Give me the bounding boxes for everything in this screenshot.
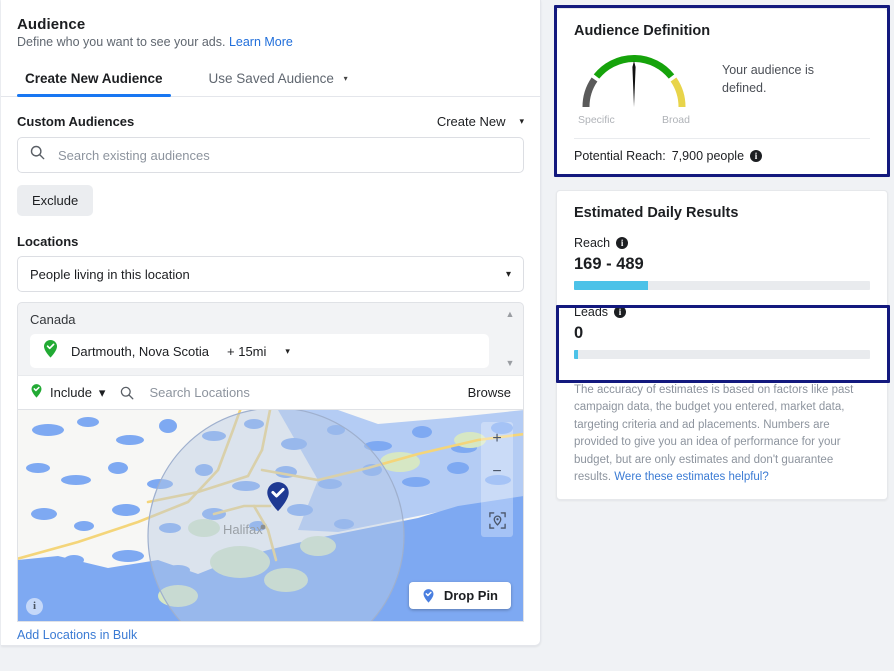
metric-leads-value: 0 xyxy=(574,324,584,342)
location-chip[interactable]: Dartmouth, Nova Scotia + 15mi ▾ xyxy=(30,334,489,368)
learn-more-link[interactable]: Learn More xyxy=(229,35,293,49)
custom-audiences-section: Custom Audiences Create New ▾ Exclude Lo… xyxy=(1,114,540,292)
page-title: Audience xyxy=(17,16,86,33)
include-pin-icon xyxy=(30,383,43,402)
zoom-in-button[interactable]: + xyxy=(481,422,513,455)
potential-reach-value: 7,900 people xyxy=(671,149,745,163)
metric-reach-bar-fill xyxy=(574,281,648,290)
estimates-feedback-link[interactable]: Were these estimates helpful? xyxy=(614,471,768,483)
audience-definition-card: Audience Definition Specific Broad Your … xyxy=(556,8,888,176)
locations-label: Locations xyxy=(17,234,79,249)
metric-leads-bar-fill xyxy=(574,350,578,359)
audience-targeting-screen: Audience Define who you want to see your… xyxy=(0,0,894,671)
country-label: Canada xyxy=(30,312,76,327)
scroll-up-arrow[interactable]: ▲ xyxy=(503,309,517,319)
custom-audiences-header: Custom Audiences Create New ▾ xyxy=(17,114,524,129)
chevron-down-icon: ▾ xyxy=(98,384,106,400)
include-locations-bar: Include ▾ Browse xyxy=(17,375,524,410)
search-icon xyxy=(30,145,45,165)
audience-definition-title: Audience Definition xyxy=(574,23,711,39)
chevron-down-icon: ▾ xyxy=(519,116,524,126)
audience-definition-message: Your audience is defined. xyxy=(722,63,814,96)
audience-subtitle-text: Define who you want to see your ads. xyxy=(17,35,226,49)
location-radius: + 15mi xyxy=(227,343,267,359)
locations-list-wrap: Canada Dartmouth, Nova Scotia + 15mi ▾ ▲… xyxy=(1,302,540,622)
tab-use-saved-audience[interactable]: Use Saved Audience ▾ xyxy=(201,67,356,96)
audience-header: Audience Define who you want to see your… xyxy=(1,16,540,49)
browse-button[interactable]: Browse xyxy=(468,385,511,400)
zoom-out-button[interactable]: − xyxy=(481,455,513,488)
map-zoom-controls: + − xyxy=(481,422,513,537)
estimated-results-body: Estimated Daily Results Reach i 169 - 48… xyxy=(557,191,887,369)
metric-leads: Leads i 0 xyxy=(574,305,870,365)
metric-reach-value: 169 - 489 xyxy=(574,255,644,273)
audience-panel: Audience Define who you want to see your… xyxy=(1,0,541,646)
chevron-down-icon[interactable]: ▾ xyxy=(285,346,290,357)
audience-subtitle: Define who you want to see your ads. Lea… xyxy=(17,35,524,49)
location-map[interactable]: Halifax i + − Drop Pin xyxy=(17,410,524,622)
estimates-disclaimer: The accuracy of estimates is based on fa… xyxy=(557,369,887,499)
gauge-labels: Specific Broad xyxy=(574,114,692,126)
audience-tabs: Create New Audience Use Saved Audience ▾ xyxy=(1,67,540,97)
custom-audiences-label: Custom Audiences xyxy=(17,114,135,129)
search-icon xyxy=(120,386,134,400)
tab-create-new-audience-label: Create New Audience xyxy=(25,71,163,86)
metric-leads-label: Leads xyxy=(574,305,609,319)
audience-search-input[interactable] xyxy=(56,146,511,164)
map-attribution-icon[interactable]: i xyxy=(26,598,43,615)
search-locations-input[interactable] xyxy=(147,384,459,401)
locations-list-panel: Canada Dartmouth, Nova Scotia + 15mi ▾ ▲… xyxy=(17,302,524,375)
metric-reach-bar xyxy=(574,281,870,290)
gauge-broad-label: Broad xyxy=(661,114,690,126)
estimated-daily-results-card: Estimated Daily Results Reach i 169 - 48… xyxy=(556,190,888,500)
location-name: Dartmouth, Nova Scotia xyxy=(71,343,210,359)
exclude-button[interactable]: Exclude xyxy=(17,185,94,216)
drop-pin-button[interactable]: Drop Pin xyxy=(408,582,511,609)
drop-pin-icon xyxy=(422,588,435,604)
drop-pin-label: Drop Pin xyxy=(443,588,498,603)
location-pin-icon xyxy=(42,339,59,364)
tab-create-new-audience[interactable]: Create New Audience xyxy=(17,67,171,97)
audience-definition-body: Audience Definition Specific Broad Your … xyxy=(557,9,887,175)
chevron-down-icon: ▾ xyxy=(343,74,348,83)
include-label: Include xyxy=(50,385,92,400)
info-icon[interactable]: i xyxy=(616,237,629,249)
scroll-down-arrow[interactable]: ▼ xyxy=(503,358,517,368)
add-locations-in-bulk-link[interactable]: Add Locations in Bulk xyxy=(17,628,137,642)
audience-search-box[interactable] xyxy=(17,137,524,173)
estimates-sidebar: Audience Definition Specific Broad Your … xyxy=(556,8,888,500)
metric-reach: Reach i 169 - 489 xyxy=(574,236,870,290)
metric-reach-label-row: Reach i xyxy=(574,236,870,250)
locate-icon[interactable] xyxy=(481,504,513,537)
metric-leads-label-row: Leads i xyxy=(574,305,870,319)
metric-reach-label: Reach xyxy=(574,236,611,250)
svg-text:Halifax: Halifax xyxy=(223,522,263,537)
estimated-results-title: Estimated Daily Results xyxy=(574,205,739,221)
create-new-label: Create New xyxy=(436,114,506,129)
audience-definition-gauge-row: Specific Broad Your audience is defined. xyxy=(574,49,870,126)
estimates-disclaimer-text: The accuracy of estimates is based on fa… xyxy=(574,384,854,484)
map-location-pin[interactable] xyxy=(264,480,292,514)
location-type-value: People living in this location xyxy=(30,266,190,282)
chevron-down-icon: ▾ xyxy=(505,268,511,280)
gauge-needle xyxy=(632,61,636,107)
info-icon[interactable]: i xyxy=(614,306,627,318)
tab-use-saved-audience-label: Use Saved Audience xyxy=(208,71,334,86)
create-new-button[interactable]: Create New ▾ xyxy=(437,114,524,129)
location-type-select[interactable]: People living in this location ▾ xyxy=(17,256,524,292)
gauge-specific-label: Specific xyxy=(578,114,615,126)
info-icon[interactable]: i xyxy=(750,150,763,162)
audience-size-gauge: Specific Broad xyxy=(574,49,706,126)
metric-leads-bar xyxy=(574,350,870,359)
potential-reach-label: Potential Reach: xyxy=(574,149,666,163)
potential-reach-row: Potential Reach: 7,900 people i xyxy=(574,138,870,175)
include-mode-selector[interactable]: Include ▾ xyxy=(30,383,105,402)
